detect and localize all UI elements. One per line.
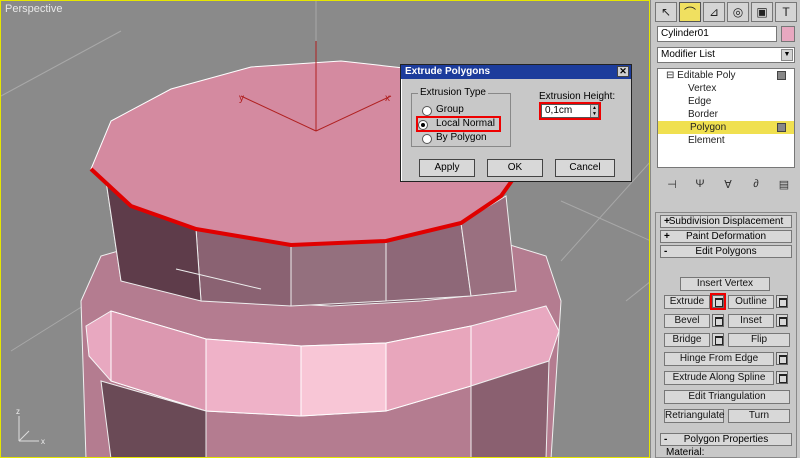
stack-toolbar: ⊣ Ψ ∀ ∂ ▤ bbox=[663, 178, 793, 194]
axis-tripod bbox=[18, 416, 39, 442]
make-unique-icon[interactable]: ∀ bbox=[719, 178, 737, 194]
rollout-polygon-properties[interactable]: - Polygon Properties bbox=[660, 433, 792, 446]
extrusion-type-group: Extrusion Type Group Local Normal By Pol… bbox=[411, 87, 511, 147]
insert-vertex-button[interactable]: Insert Vertex bbox=[680, 277, 770, 291]
modify-tab-icon[interactable]: ⌒ bbox=[679, 2, 701, 22]
spinner-arrows-icon[interactable]: ▲ ▼ bbox=[590, 105, 598, 117]
extrusion-height-spinner[interactable]: 0,1cm ▲ ▼ bbox=[539, 102, 601, 120]
stack-item-editable-poly[interactable]: ⊟ Editable Poly bbox=[658, 69, 794, 82]
configure-sets-icon[interactable]: ▤ bbox=[775, 178, 793, 194]
rollout-subdivision-displacement[interactable]: + Subdivision Displacement bbox=[660, 215, 792, 228]
hinge-from-edge-button[interactable]: Hinge From Edge bbox=[664, 352, 774, 366]
viewport-label[interactable]: Perspective bbox=[5, 3, 62, 15]
modifier-list-label: Modifier List bbox=[661, 49, 715, 60]
remove-modifier-icon[interactable]: ∂ bbox=[747, 178, 765, 194]
command-panel: ↖ ⌒ ⊿ ◎ ▣ T Cylinder01 Modifier List ▼ ⊟… bbox=[650, 0, 800, 458]
show-end-result-icon[interactable]: Ψ bbox=[691, 178, 709, 194]
extrude-spline-settings-icon[interactable] bbox=[776, 371, 788, 384]
extrude-button[interactable]: Extrude bbox=[664, 295, 710, 309]
dialog-title: Extrude Polygons bbox=[405, 66, 491, 77]
rollouts-container: + Subdivision Displacement + Paint Deforma… bbox=[655, 212, 797, 458]
turn-button[interactable]: Turn bbox=[728, 409, 790, 423]
retriangulate-button[interactable]: Retriangulate bbox=[664, 409, 724, 423]
command-panel-tabs: ↖ ⌒ ⊿ ◎ ▣ T bbox=[655, 2, 799, 22]
axis-z-label: z bbox=[16, 407, 20, 416]
utilities-tab-icon[interactable]: T bbox=[775, 2, 797, 22]
hierarchy-tab-icon[interactable]: ⊿ bbox=[703, 2, 725, 22]
stack-item-vertex[interactable]: Vertex bbox=[658, 82, 794, 95]
stack-item-polygon[interactable]: Polygon bbox=[658, 121, 794, 134]
ok-button[interactable]: OK bbox=[487, 159, 543, 177]
apply-button[interactable]: Apply bbox=[419, 159, 475, 177]
gizmo-x-label: x bbox=[385, 93, 390, 104]
pin-stack-icon[interactable]: ⊣ bbox=[663, 178, 681, 194]
material-label: Material: bbox=[666, 447, 705, 458]
bevel-button[interactable]: Bevel bbox=[664, 314, 710, 328]
stack-item-border[interactable]: Border bbox=[658, 108, 794, 121]
axis-x-label: x bbox=[41, 437, 45, 446]
inset-settings-icon[interactable] bbox=[776, 314, 788, 327]
outline-button[interactable]: Outline bbox=[728, 295, 774, 309]
edit-triangulation-button[interactable]: Edit Triangulation bbox=[664, 390, 790, 404]
extrude-polygons-dialog: Extrude Polygons ✕ Extrusion Type Group … bbox=[400, 64, 632, 182]
rollout-paint-deformation[interactable]: + Paint Deformation bbox=[660, 230, 792, 243]
display-tab-icon[interactable]: ▣ bbox=[751, 2, 773, 22]
modifier-stack: ⊟ Editable Poly Vertex Edge Border Polyg… bbox=[657, 68, 795, 168]
modifier-list-dropdown[interactable]: Modifier List ▼ bbox=[657, 47, 795, 63]
create-tab-icon[interactable]: ↖ bbox=[655, 2, 677, 22]
extrusion-height-value[interactable]: 0,1cm bbox=[545, 105, 572, 116]
radio-group[interactable]: Group bbox=[422, 104, 464, 116]
bridge-settings-icon[interactable] bbox=[712, 333, 724, 346]
object-color-swatch[interactable] bbox=[781, 26, 795, 42]
chevron-down-icon[interactable]: ▼ bbox=[781, 49, 793, 61]
gizmo-y-label: y bbox=[239, 93, 244, 104]
close-icon[interactable]: ✕ bbox=[617, 66, 629, 77]
flip-button[interactable]: Flip bbox=[728, 333, 790, 347]
bridge-button[interactable]: Bridge bbox=[664, 333, 710, 347]
extrusion-height-label: Extrusion Height: bbox=[539, 91, 616, 102]
motion-tab-icon[interactable]: ◎ bbox=[727, 2, 749, 22]
stack-item-element[interactable]: Element bbox=[658, 134, 794, 147]
radio-local-normal[interactable]: Local Normal bbox=[416, 116, 501, 132]
outline-settings-icon[interactable] bbox=[776, 295, 788, 308]
object-name-field[interactable]: Cylinder01 bbox=[657, 26, 777, 42]
dialog-titlebar[interactable]: Extrude Polygons ✕ bbox=[401, 65, 631, 79]
extrude-settings-icon[interactable] bbox=[710, 293, 726, 310]
bevel-settings-icon[interactable] bbox=[712, 314, 724, 327]
stack-item-edge[interactable]: Edge bbox=[658, 95, 794, 108]
hinge-settings-icon[interactable] bbox=[776, 352, 788, 365]
extrusion-type-label: Extrusion Type bbox=[418, 87, 488, 98]
extrude-along-spline-button[interactable]: Extrude Along Spline bbox=[664, 371, 774, 385]
rollout-edit-polygons[interactable]: - Edit Polygons bbox=[660, 245, 792, 258]
cancel-button[interactable]: Cancel bbox=[555, 159, 615, 177]
inset-button[interactable]: Inset bbox=[728, 314, 774, 328]
radio-by-polygon[interactable]: By Polygon bbox=[422, 132, 487, 144]
